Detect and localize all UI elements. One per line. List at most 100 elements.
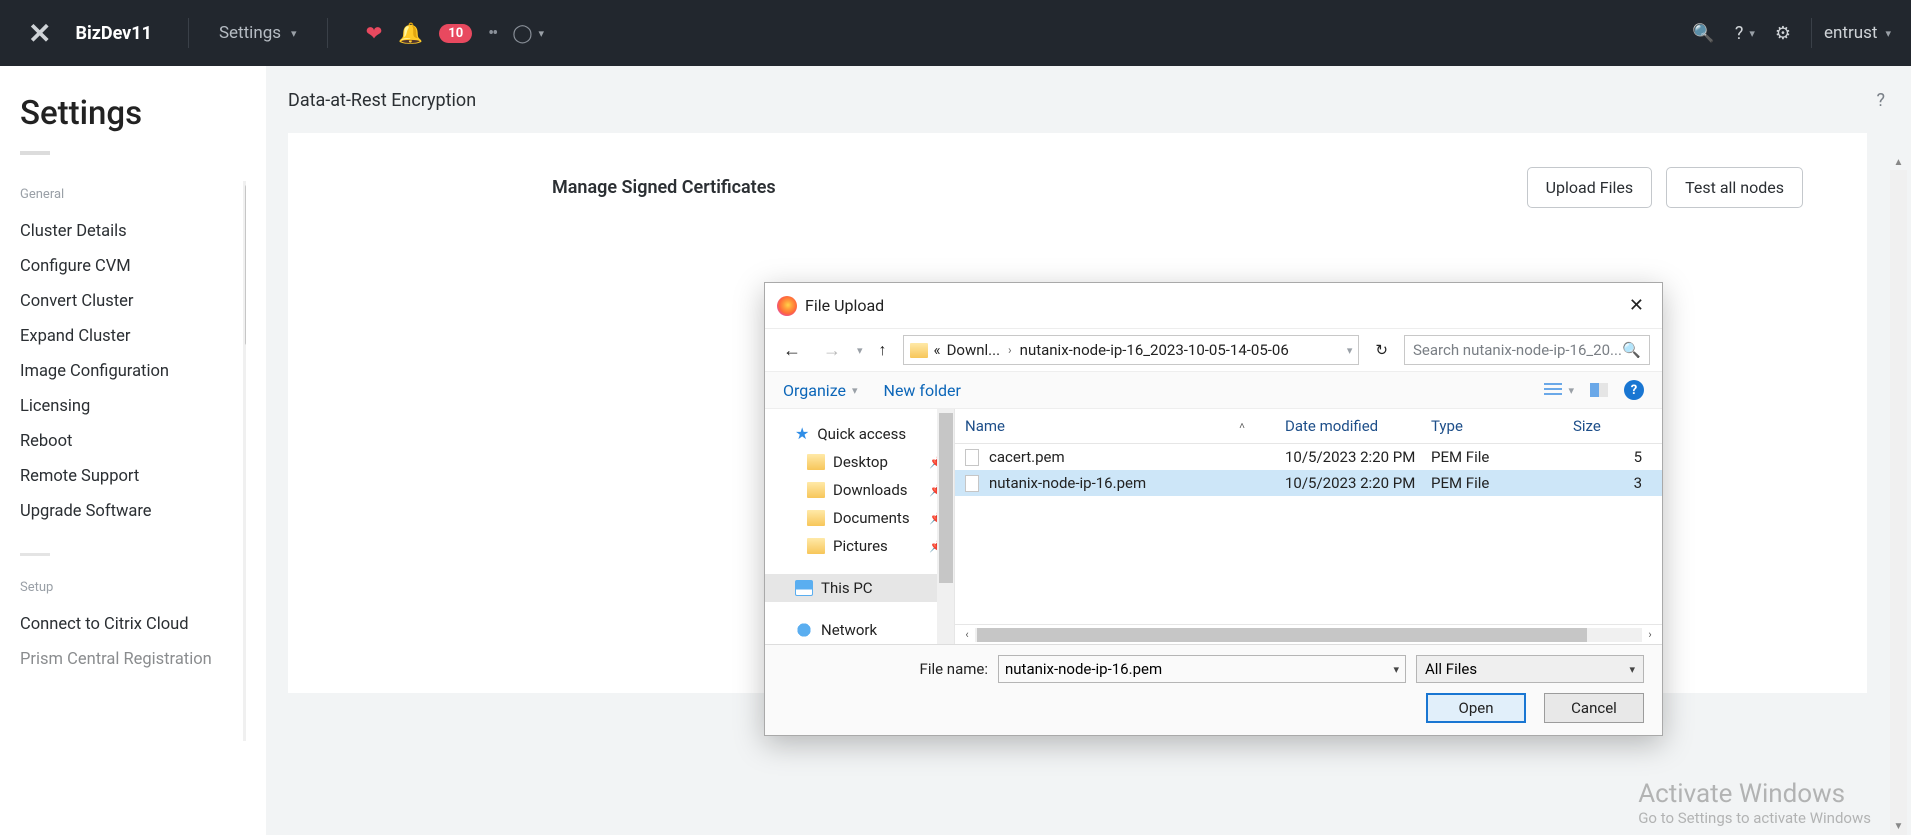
pc-icon bbox=[795, 580, 813, 596]
address-bar[interactable]: « Downl... › nutanix-node-ip-16_2023-10-… bbox=[903, 335, 1360, 365]
sidebar-item-reboot[interactable]: Reboot bbox=[20, 424, 246, 459]
col-header-size[interactable]: Size bbox=[1573, 417, 1652, 435]
test-all-nodes-button[interactable]: Test all nodes bbox=[1666, 167, 1803, 208]
sidebar-item-licensing[interactable]: Licensing bbox=[20, 389, 246, 424]
sidebar-item-image-configuration[interactable]: Image Configuration bbox=[20, 354, 246, 389]
file-type-filter[interactable]: All Files ▾ bbox=[1416, 655, 1644, 683]
help-icon[interactable]: ? bbox=[1876, 90, 1885, 111]
network-icon bbox=[795, 622, 813, 638]
gear-icon[interactable]: ⚙ bbox=[1775, 23, 1791, 44]
hscroll-thumb[interactable] bbox=[977, 628, 1587, 642]
logo-icon[interactable]: ✕ bbox=[20, 17, 57, 50]
organize-dropdown[interactable]: Organize ▾ bbox=[783, 381, 858, 400]
sidebar-scroll-thumb[interactable] bbox=[245, 185, 246, 345]
back-icon[interactable]: ← bbox=[777, 338, 807, 363]
organize-label: Organize bbox=[783, 381, 846, 400]
section-divider bbox=[20, 553, 50, 556]
heartbeat-icon[interactable]: ❤ bbox=[366, 21, 383, 45]
status-dots-icon[interactable]: •• bbox=[488, 23, 496, 44]
upload-files-button[interactable]: Upload Files bbox=[1527, 167, 1652, 208]
col-header-type[interactable]: Type bbox=[1431, 417, 1573, 435]
sidebar-item-connect-citrix[interactable]: Connect to Citrix Cloud bbox=[20, 607, 246, 642]
view-mode-dropdown[interactable]: ▾ bbox=[1544, 383, 1574, 397]
col-header-name[interactable]: Name ˄ bbox=[965, 417, 1285, 435]
history-chevron-icon[interactable]: ▾ bbox=[857, 344, 863, 357]
scroll-down-icon[interactable]: ▼ bbox=[1890, 818, 1907, 835]
tree-desktop[interactable]: Desktop 📌 bbox=[765, 448, 954, 476]
bell-icon[interactable]: 🔔 bbox=[398, 21, 423, 45]
tree-downloads[interactable]: Downloads 📌 bbox=[765, 476, 954, 504]
tree-network[interactable]: Network bbox=[765, 616, 954, 644]
file-icon bbox=[965, 449, 979, 466]
horizontal-scrollbar[interactable]: ‹ › bbox=[955, 624, 1662, 644]
search-icon[interactable]: 🔍 bbox=[1692, 23, 1714, 44]
hscroll-track[interactable] bbox=[975, 628, 1642, 642]
chevron-down-icon[interactable]: ▾ bbox=[1347, 344, 1353, 357]
chevron-right-icon: › bbox=[1006, 343, 1014, 357]
up-icon[interactable]: ↑ bbox=[873, 338, 893, 362]
star-icon: ★ bbox=[795, 424, 809, 443]
file-upload-dialog: File Upload ✕ ← → ▾ ↑ « Downl... › nutan… bbox=[764, 282, 1663, 736]
help-icon[interactable]: ? bbox=[1624, 380, 1644, 400]
sidebar-item-convert-cluster[interactable]: Convert Cluster bbox=[20, 284, 246, 319]
tree-quick-access[interactable]: ★ Quick access bbox=[765, 419, 954, 448]
task-dropdown[interactable]: ◯ ▾ bbox=[512, 23, 544, 44]
file-list-rows: cacert.pem 10/5/2023 2:20 PM PEM File 5 … bbox=[955, 444, 1662, 624]
chevron-down-icon: ▾ bbox=[1629, 663, 1635, 676]
firefox-icon bbox=[777, 296, 797, 316]
dialog-titlebar: File Upload ✕ bbox=[765, 283, 1662, 328]
tree-this-pc[interactable]: This PC bbox=[765, 574, 954, 602]
open-button[interactable]: Open bbox=[1426, 693, 1526, 723]
tree-scroll-thumb[interactable] bbox=[939, 413, 953, 583]
alert-badge[interactable]: 10 bbox=[439, 24, 472, 43]
search-input[interactable]: Search nutanix-node-ip-16_20... 🔍 bbox=[1404, 335, 1650, 365]
file-name: nutanix-node-ip-16.pem bbox=[989, 474, 1146, 492]
file-list-pane: Name ˄ Date modified Type Size cacert.pe… bbox=[955, 409, 1662, 644]
folder-tree: ★ Quick access Desktop 📌 Downloads 📌 bbox=[765, 409, 955, 644]
cluster-name[interactable]: BizDev11 bbox=[75, 23, 169, 44]
sidebar-item-cluster-details[interactable]: Cluster Details bbox=[20, 214, 246, 249]
file-size: 5 bbox=[1573, 448, 1652, 466]
refresh-icon[interactable]: ↻ bbox=[1369, 341, 1394, 359]
forward-icon[interactable]: → bbox=[817, 338, 847, 363]
sidebar-item-configure-cvm[interactable]: Configure CVM bbox=[20, 249, 246, 284]
chevron-down-icon: ▾ bbox=[538, 27, 544, 40]
scroll-up-icon[interactable]: ▲ bbox=[1890, 154, 1907, 171]
filename-input[interactable]: nutanix-node-ip-16.pem ▾ bbox=[998, 655, 1406, 683]
sidebar-item-prism-registration[interactable]: Prism Central Registration bbox=[20, 642, 246, 677]
scroll-left-icon[interactable]: ‹ bbox=[959, 628, 975, 641]
close-icon[interactable]: ✕ bbox=[1623, 291, 1650, 320]
watermark-title: Activate Windows bbox=[1638, 779, 1871, 809]
chevron-down-icon[interactable]: ▾ bbox=[1393, 663, 1399, 676]
breadcrumb-seg1[interactable]: Downl... bbox=[947, 341, 1000, 359]
col-header-date[interactable]: Date modified bbox=[1285, 417, 1431, 435]
sidebar-item-remote-support[interactable]: Remote Support bbox=[20, 459, 246, 494]
sidebar-item-upgrade-software[interactable]: Upgrade Software bbox=[20, 494, 246, 529]
file-type: PEM File bbox=[1431, 448, 1573, 466]
new-folder-button[interactable]: New folder bbox=[884, 381, 961, 400]
tree-label: Pictures bbox=[833, 537, 888, 555]
help-dropdown[interactable]: ? ▾ bbox=[1735, 23, 1755, 44]
user-dropdown[interactable]: entrust ▾ bbox=[1811, 18, 1891, 48]
chevron-down-icon: ▾ bbox=[1749, 27, 1755, 40]
main-scrollbar[interactable] bbox=[1890, 170, 1907, 835]
preview-pane-icon[interactable] bbox=[1590, 383, 1608, 397]
tree-label: Quick access bbox=[817, 425, 906, 443]
tree-label: This PC bbox=[821, 579, 873, 597]
card-title: Manage Signed Certificates bbox=[552, 177, 776, 198]
section-label-general: General bbox=[20, 187, 246, 202]
list-view-icon bbox=[1544, 383, 1562, 397]
cancel-button[interactable]: Cancel bbox=[1544, 693, 1644, 723]
file-row[interactable]: nutanix-node-ip-16.pem 10/5/2023 2:20 PM… bbox=[955, 470, 1662, 496]
file-row[interactable]: cacert.pem 10/5/2023 2:20 PM PEM File 5 bbox=[955, 444, 1662, 470]
sidebar-item-expand-cluster[interactable]: Expand Cluster bbox=[20, 319, 246, 354]
tree-documents[interactable]: Documents 📌 bbox=[765, 504, 954, 532]
breadcrumb-seg2[interactable]: nutanix-node-ip-16_2023-10-05-14-05-06 bbox=[1020, 341, 1289, 359]
search-placeholder: Search nutanix-node-ip-16_20... bbox=[1413, 341, 1622, 359]
search-icon: 🔍 bbox=[1622, 341, 1641, 359]
tree-pictures[interactable]: Pictures 📌 bbox=[765, 532, 954, 560]
folder-icon bbox=[807, 454, 825, 470]
scroll-right-icon[interactable]: › bbox=[1642, 628, 1658, 641]
settings-sidebar: Settings ▲ General Cluster Details Confi… bbox=[0, 66, 266, 835]
nav-dropdown[interactable]: Settings ▾ bbox=[207, 23, 309, 43]
